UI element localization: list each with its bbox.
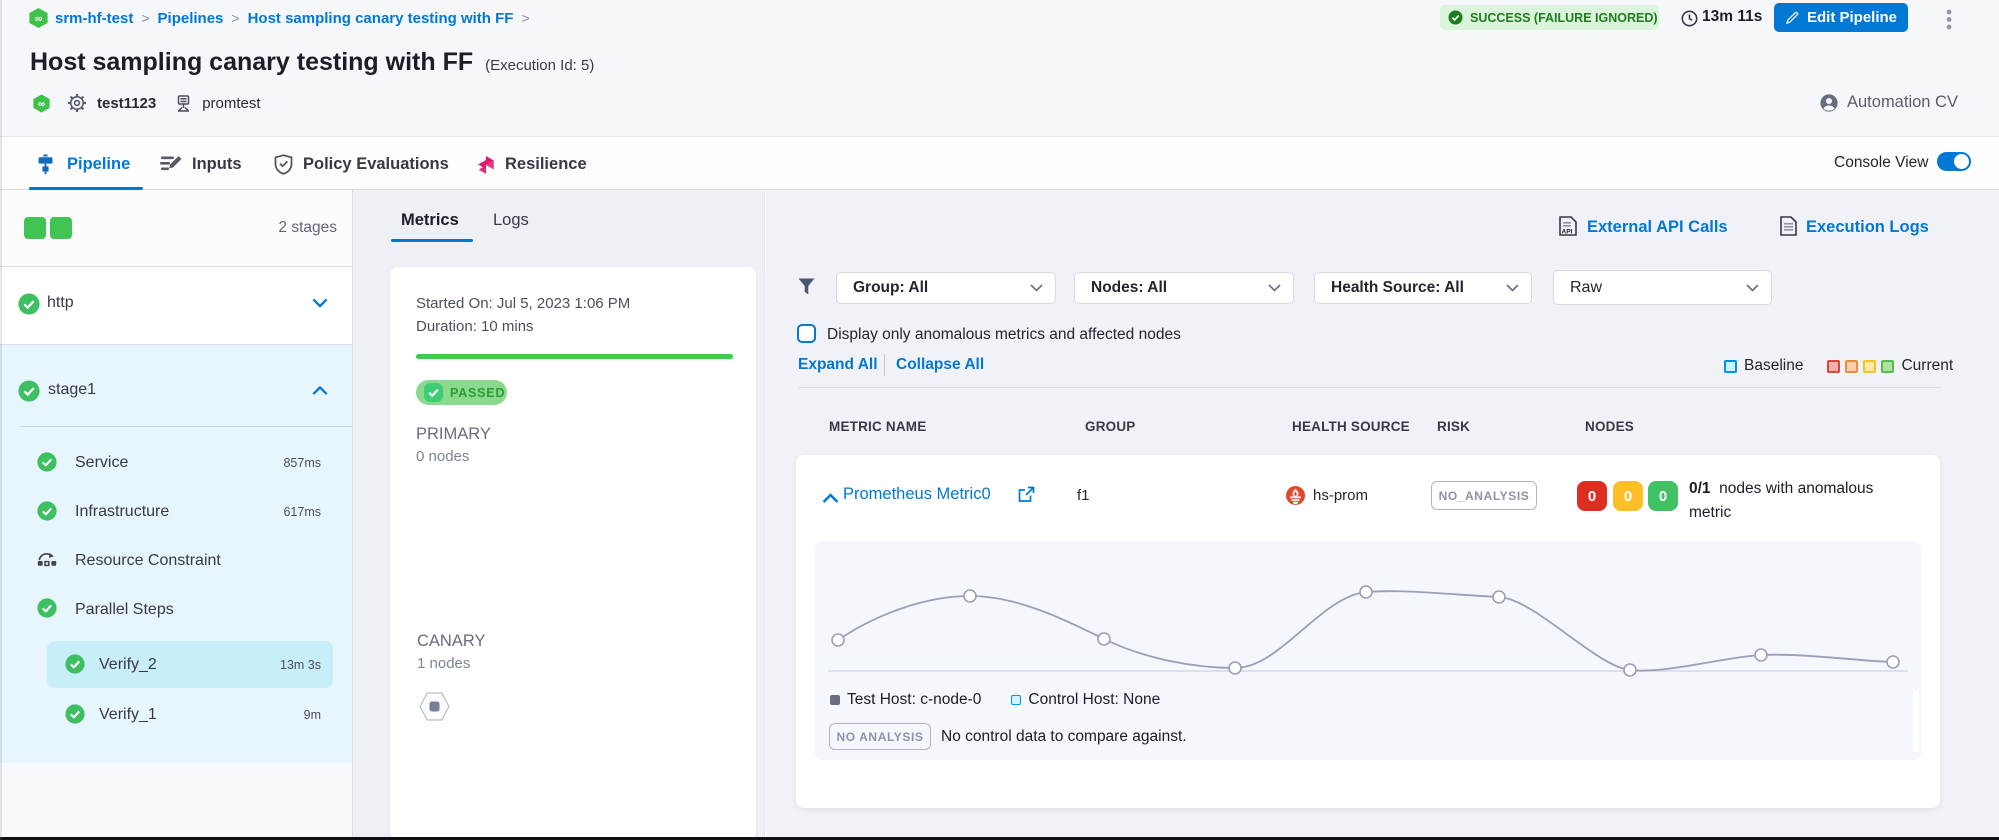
svg-text:∞: ∞ (35, 13, 43, 25)
svg-text:∞: ∞ (38, 98, 45, 109)
svg-text:API: API (1562, 229, 1573, 236)
